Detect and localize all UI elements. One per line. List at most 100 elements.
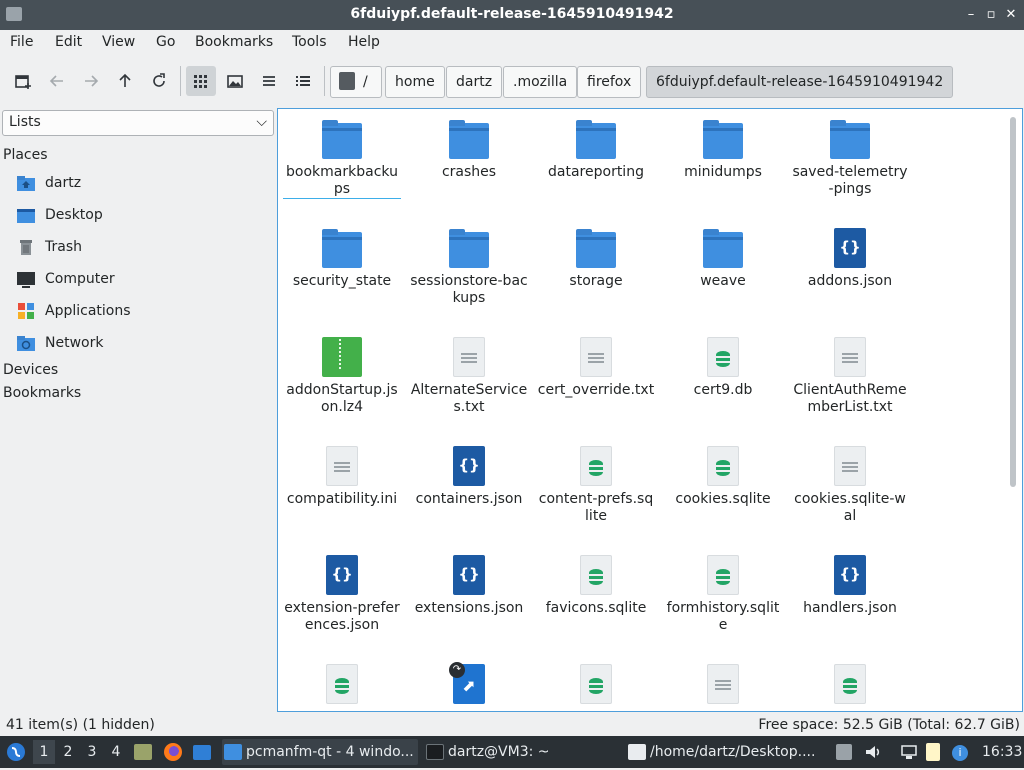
tray-screenshot[interactable]	[836, 740, 856, 764]
place-desktop[interactable]: Desktop	[16, 203, 103, 227]
file-item-favicons-sqlite[interactable]: favicons.sqlite	[537, 545, 655, 617]
file-item-formhistory-sqlite[interactable]: formhistory.sqlite	[664, 545, 782, 634]
thumbnail-view-icon	[227, 75, 243, 88]
reload-button[interactable]	[144, 66, 174, 96]
file-name: compatibility.ini	[286, 491, 398, 507]
icon-view-button[interactable]	[186, 66, 216, 96]
place-home[interactable]: dartz	[16, 171, 81, 195]
section-places[interactable]: Places	[3, 147, 48, 163]
file-name: addons.json	[807, 273, 893, 289]
file-item-alternateservices-txt[interactable]: AlternateServices.txt	[410, 327, 528, 416]
file-item-security-state[interactable]: security_state	[283, 218, 401, 290]
breadcrumb-home[interactable]: home	[385, 66, 445, 98]
file-item-extensions-json[interactable]: {} extensions.json	[410, 545, 528, 617]
file-item-partial-28[interactable]	[664, 654, 782, 709]
workspace-3[interactable]: 3	[81, 740, 103, 764]
file-name: storage	[569, 273, 623, 289]
file-view[interactable]: bookmarkbackups crashes datareporting minid…	[277, 108, 1023, 712]
menu-view[interactable]: View	[102, 34, 135, 50]
file-item-partial-26[interactable]: ⬈ ↷	[410, 654, 528, 709]
folder-icon	[449, 120, 489, 159]
task-terminal[interactable]: dartz@VM3: ~	[424, 739, 620, 765]
file-item-cert-override-txt[interactable]: cert_override.txt	[537, 327, 655, 399]
back-button[interactable]	[42, 66, 72, 96]
side-pane-mode-select[interactable]: Lists ⌵	[2, 110, 274, 136]
section-devices[interactable]: Devices	[3, 362, 58, 378]
launcher-desktop[interactable]	[193, 740, 213, 764]
title-bar: 6fduiypf.default-release-1645910491942 –…	[0, 0, 1024, 30]
place-applications[interactable]: Applications	[16, 299, 131, 323]
file-item-addonstartup-json-lz4[interactable]: addonStartup.json.lz4	[283, 327, 401, 416]
file-item-storage[interactable]: storage	[537, 218, 655, 290]
menu-edit[interactable]: Edit	[55, 34, 82, 50]
file-item-cookies-sqlite[interactable]: cookies.sqlite	[664, 436, 782, 508]
maximize-button[interactable]: ▫	[982, 5, 1000, 25]
file-item-handlers-json[interactable]: {} handlers.json	[791, 545, 909, 617]
file-item-datareporting[interactable]: datareporting	[537, 109, 655, 181]
file-item-compatibility-ini[interactable]: compatibility.ini	[283, 436, 401, 508]
file-item-sessionstore-backups[interactable]: sessionstore-backups	[410, 218, 528, 307]
menu-help[interactable]: Help	[348, 34, 380, 50]
file-item-bookmarkbackups[interactable]: bookmarkbackups	[283, 109, 401, 199]
file-item-cookies-sqlite-wal[interactable]: cookies.sqlite-wal	[791, 436, 909, 525]
back-icon	[49, 75, 63, 87]
breadcrumb-mozilla[interactable]: .mozilla	[503, 66, 578, 98]
forward-button[interactable]	[76, 66, 106, 96]
clock[interactable]: 16:33	[982, 740, 1022, 764]
tray-volume[interactable]	[864, 740, 884, 764]
launcher-files[interactable]	[134, 740, 154, 764]
file-item-containers-json[interactable]: {} containers.json	[410, 436, 528, 508]
file-item-content-prefs-sqlite[interactable]: content-prefs.sqlite	[537, 436, 655, 525]
file-item-addons-json[interactable]: {} addons.json	[791, 218, 909, 290]
menu-file[interactable]: File	[10, 34, 33, 50]
task-document-viewer[interactable]: /home/dartz/Desktop....	[626, 739, 826, 765]
launcher-firefox[interactable]	[164, 740, 184, 764]
workspace-1[interactable]: 1	[33, 740, 55, 764]
workspace-2[interactable]: 2	[57, 740, 79, 764]
file-item-partial-25[interactable]	[283, 654, 401, 709]
detailed-list-button[interactable]	[288, 66, 318, 96]
home-folder-icon	[16, 173, 36, 193]
minimize-button[interactable]: –	[962, 5, 980, 25]
place-network[interactable]: Network	[16, 331, 103, 355]
folder-icon	[576, 120, 616, 159]
folder-icon	[322, 229, 362, 268]
thumbnail-view-button[interactable]	[220, 66, 250, 96]
json-file-icon: {}	[453, 555, 485, 595]
place-trash[interactable]: Trash	[16, 235, 82, 259]
file-item-extension-preferences-json[interactable]: {} extension-preferences.json	[283, 545, 401, 634]
firefox-icon	[164, 743, 182, 761]
workspace-4[interactable]: 4	[105, 740, 127, 764]
menu-go[interactable]: Go	[156, 34, 175, 50]
section-bookmarks[interactable]: Bookmarks	[3, 385, 81, 401]
file-item-crashes[interactable]: crashes	[410, 109, 528, 181]
file-item-minidumps[interactable]: minidumps	[664, 109, 782, 181]
start-menu-button[interactable]	[6, 740, 28, 764]
task-pcmanfm[interactable]: pcmanfm-qt - 4 windo...	[222, 739, 418, 765]
breadcrumb-profile[interactable]: 6fduiypf.default-release-1645910491942	[646, 66, 954, 98]
place-computer[interactable]: Computer	[16, 267, 115, 291]
file-item-weave[interactable]: weave	[664, 218, 782, 290]
file-icon-box: ⬈ ↷	[449, 662, 489, 706]
breadcrumb-dartz[interactable]: dartz	[446, 66, 503, 98]
compact-view-button[interactable]	[254, 66, 284, 96]
file-item-saved-telemetry-pings[interactable]: saved-telemetry-pings	[791, 109, 909, 198]
new-tab-button[interactable]	[8, 66, 38, 96]
breadcrumb-firefox[interactable]: firefox	[577, 66, 642, 98]
breadcrumb-root[interactable]: /	[330, 66, 382, 98]
menu-tools[interactable]: Tools	[292, 34, 327, 50]
file-item-partial-29[interactable]	[791, 654, 909, 709]
file-name: sessionstore-backups	[410, 273, 528, 306]
file-item-partial-27[interactable]	[537, 654, 655, 709]
vertical-scrollbar[interactable]	[1010, 117, 1016, 487]
file-item-cert9-db[interactable]: cert9.db	[664, 327, 782, 399]
tray-network[interactable]	[900, 740, 920, 764]
tray-notifications[interactable]: i	[952, 740, 972, 764]
menu-bookmarks[interactable]: Bookmarks	[195, 34, 273, 50]
window-title: 6fduiypf.default-release-1645910491942	[350, 6, 674, 22]
close-button[interactable]: ✕	[1002, 5, 1020, 25]
tray-clipboard[interactable]	[926, 740, 946, 764]
up-button[interactable]	[110, 66, 140, 96]
file-icon-box	[703, 446, 743, 488]
file-item-clientauthrememberlist-txt[interactable]: ClientAuthRememberList.txt	[791, 327, 909, 416]
